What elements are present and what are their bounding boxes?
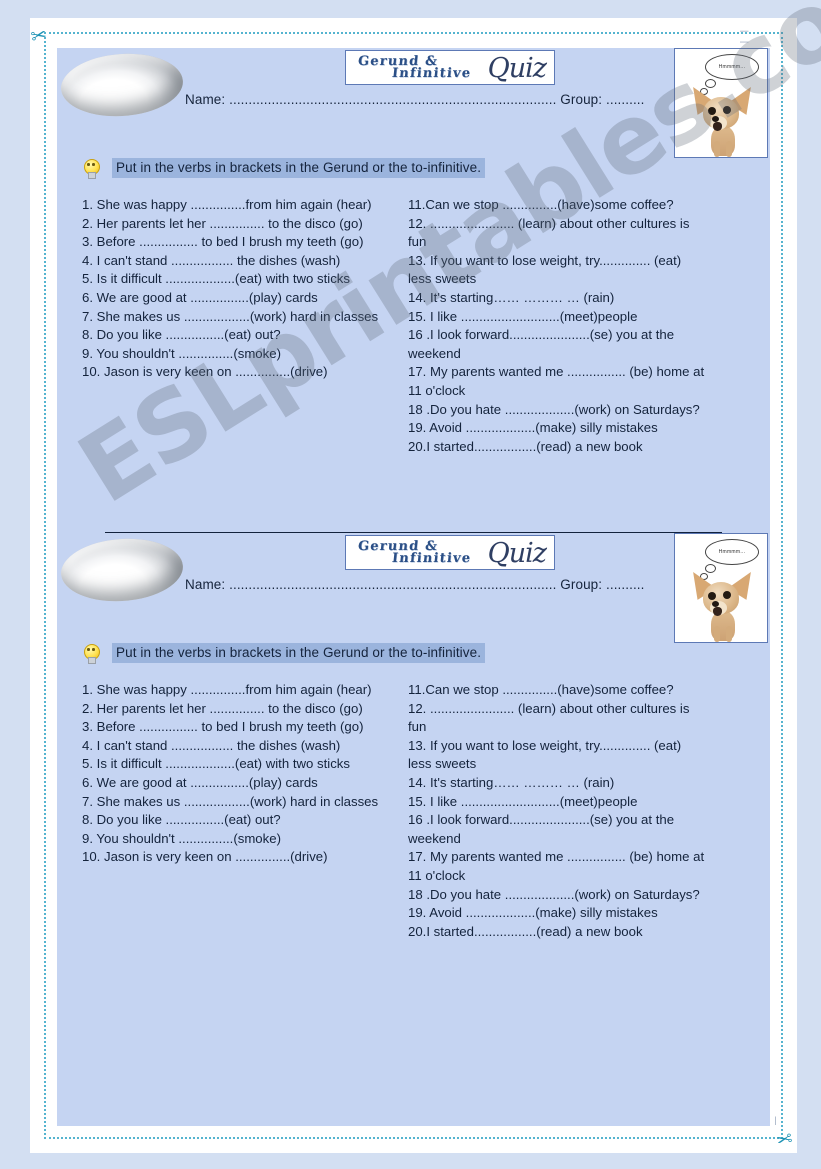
dog-eye (723, 106, 731, 114)
dog-eye (723, 591, 731, 599)
instruction-text: Put in the verbs in brackets in the Geru… (112, 643, 486, 663)
dog-leg (714, 626, 720, 642)
question-item: 10. Jason is very keen on ..............… (82, 364, 328, 380)
question-item: 5. Is it difficult ...................(e… (82, 756, 350, 772)
question-item: 1. She was happy ...............from him… (82, 682, 372, 697)
worksheet-header: Gerund & Infinitive Quiz Name: .........… (57, 533, 770, 643)
question-item: 11.Can we stop ...............(have)some… (408, 682, 674, 697)
question-item: 8. Do you like ................(eat) out… (82, 327, 281, 343)
question-item: 9. You shouldn't ...............(smoke) (82, 345, 281, 361)
dog-nose (712, 601, 719, 607)
question-item: 7. She makes us ..................(work)… (82, 793, 379, 809)
dog-mouth (713, 607, 722, 616)
title-line-2: Infinitive (391, 66, 473, 81)
question-item: 3. Before ................ to bed I brus… (82, 719, 364, 735)
questions-column-left: 1. She was happy ...............from him… (82, 681, 382, 941)
thought-bubble: Hmmmm... (705, 54, 759, 80)
question-item: 12. ....................... (learn) abou… (408, 215, 690, 250)
question-item: 9. You shouldn't ...............(smoke) (82, 830, 281, 846)
worksheet-copy-2: Gerund & Infinitive Quiz Name: .........… (57, 533, 770, 1011)
chihuahua-dog-photo (683, 566, 761, 642)
thought-bubble: Hmmmm... (705, 539, 759, 565)
question-item: 14. It's starting…… ……… … (rain) (408, 289, 615, 305)
question-item: 1. She was happy ...............from him… (82, 197, 372, 212)
question-item: 16 .I look forward......................… (408, 327, 675, 361)
dog-leg (726, 626, 732, 642)
instruction-row: Put in the verbs in brackets in the Geru… (57, 643, 770, 669)
question-item: 4. I can't stand ................. the d… (82, 737, 341, 753)
question-item: 18 .Do you hate ...................(work… (408, 886, 700, 902)
question-item: 6. We are good at ................(play)… (82, 289, 318, 305)
question-item: 17. My parents wanted me ...............… (408, 849, 705, 883)
question-item: 15. I like ...........................(m… (408, 793, 638, 809)
name-group-line: Name: ..................................… (185, 92, 645, 107)
dog-image-frame: Hmmmm... (674, 48, 768, 158)
title-script-word: Quiz (487, 53, 547, 84)
question-item: 19. Avoid ...................(make) sill… (408, 905, 658, 921)
lightbulb-icon (82, 644, 100, 664)
lightbulb-icon (82, 159, 100, 179)
question-item: 13. If you want to lose weight, try.....… (408, 252, 682, 287)
question-item: 20.I started.................(read) a ne… (408, 923, 643, 939)
name-group-line: Name: ..................................… (185, 577, 645, 592)
question-item: 14. It's starting…… ……… … (rain) (408, 774, 615, 790)
questions-column-left: 1. She was happy ...............from him… (82, 196, 382, 456)
worksheet-sheet: Gerund & Infinitive Quiz Name: .........… (57, 48, 770, 1126)
title-script-word: Quiz (487, 538, 547, 569)
dog-image-frame: Hmmmm... (674, 533, 768, 643)
dog-nose (712, 116, 719, 122)
question-item: 3. Before ................ to bed I brus… (82, 234, 364, 250)
worksheet-header: Gerund & Infinitive Quiz Name: .........… (57, 48, 770, 158)
question-item: 16 .I look forward......................… (408, 812, 675, 846)
title-line-2: Infinitive (391, 551, 473, 566)
dog-eye (708, 592, 716, 600)
title-banner: Gerund & Infinitive Quiz (345, 50, 555, 85)
worksheet-copy-1: Gerund & Infinitive Quiz Name: .........… (57, 48, 770, 526)
question-item: 6. We are good at ................(play)… (82, 774, 318, 790)
question-item: 10. Jason is very keen on ..............… (82, 849, 328, 865)
dog-leg (726, 141, 732, 157)
question-item: 18 .Do you hate ...................(work… (408, 401, 700, 417)
questions-column-right: 11.Can we stop ...............(have)some… (408, 681, 708, 941)
instruction-text: Put in the verbs in brackets in the Geru… (112, 158, 486, 178)
dog-eye (708, 107, 716, 115)
dog-leg (714, 141, 720, 157)
title-banner: Gerund & Infinitive Quiz (345, 535, 555, 570)
question-item: 12. ....................... (learn) abou… (408, 700, 690, 735)
questions-columns: 1. She was happy ...............from him… (57, 196, 770, 456)
page-background: ✂ ✂ | | | | | | | | | Gerund & Infinitiv… (0, 0, 821, 1169)
dog-mouth (713, 122, 722, 131)
question-item: 20.I started.................(read) a ne… (408, 438, 643, 454)
question-item: 2. Her parents let her ............... t… (82, 215, 363, 231)
decorative-oval-shape (58, 49, 186, 121)
instruction-row: Put in the verbs in brackets in the Geru… (57, 158, 770, 184)
questions-columns: 1. She was happy ...............from him… (57, 681, 770, 941)
questions-column-right: 11.Can we stop ...............(have)some… (408, 196, 708, 456)
question-item: 8. Do you like ................(eat) out… (82, 812, 281, 828)
question-item: 5. Is it difficult ...................(e… (82, 271, 350, 287)
question-item: 17. My parents wanted me ...............… (408, 364, 705, 398)
decorative-oval-shape (58, 534, 186, 606)
question-item: 15. I like ...........................(m… (408, 308, 638, 324)
question-item: 19. Avoid ...................(make) sill… (408, 420, 658, 436)
question-item: 7. She makes us ..................(work)… (82, 308, 379, 324)
question-item: 11.Can we stop ...............(have)some… (408, 197, 674, 212)
chihuahua-dog-photo (683, 81, 761, 157)
question-item: 13. If you want to lose weight, try.....… (408, 737, 682, 772)
question-item: 2. Her parents let her ............... t… (82, 700, 363, 716)
question-item: 4. I can't stand ................. the d… (82, 252, 341, 268)
